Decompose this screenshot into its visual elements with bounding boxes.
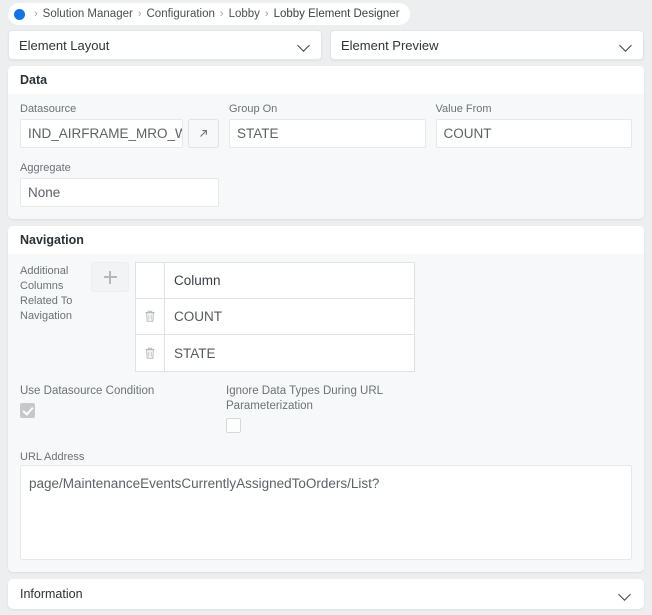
trash-icon (145, 310, 155, 322)
url-address-label: URL Address (20, 451, 85, 463)
table-row[interactable]: COUNT (136, 299, 414, 335)
data-card-title: Data (20, 73, 48, 87)
element-preview-select[interactable]: Element Preview (330, 30, 644, 60)
aggregate-input[interactable]: None (20, 178, 219, 207)
table-cell-column: STATE (174, 345, 216, 361)
delete-row-button[interactable] (136, 299, 165, 334)
element-preview-select-label: Element Preview (341, 37, 439, 53)
ignore-data-types-label: Ignore Data Types During URL Parameteriz… (226, 385, 383, 412)
breadcrumb-item-lobby-element-designer[interactable]: Lobby Element Designer (274, 8, 400, 20)
table-cell-column: COUNT (174, 309, 222, 324)
additional-columns-label: Additional Columns Related To Navigation (20, 265, 73, 322)
additional-columns-block: Additional Columns Related To Navigation… (20, 262, 632, 372)
data-fields-row: Datasource IND_AIRFRAME_MRO_W Group On S… (20, 102, 632, 148)
breadcrumb: › Solution Manager › Configuration › Lob… (8, 3, 410, 25)
table-header-icon-cell (136, 263, 165, 298)
field-spacer (219, 102, 229, 148)
chevron-down-icon (620, 41, 633, 49)
field-spacer (426, 102, 436, 148)
use-datasource-condition-field: Use Datasource Condition (20, 384, 226, 433)
additional-columns-table: Column COUNT STATE (135, 262, 415, 372)
information-card-title: Information (20, 587, 83, 601)
navigation-card-header: Navigation (8, 226, 644, 254)
aggregate-row: Aggregate None (20, 161, 632, 207)
navigation-card-title: Navigation (20, 233, 84, 247)
ignore-data-types-checkbox[interactable] (226, 418, 241, 433)
navigation-card-body: Additional Columns Related To Navigation… (8, 254, 644, 572)
use-datasource-condition-label: Use Datasource Condition (20, 385, 155, 397)
url-address-field: URL Address page/MaintenanceEventsCurren… (20, 447, 632, 560)
data-card: Data Datasource IND_AIRFRAME_MRO_W Group… (8, 66, 644, 219)
datasource-field: Datasource IND_AIRFRAME_MRO_W (20, 102, 219, 148)
open-external-icon (200, 130, 207, 137)
table-header-row: Column (136, 263, 414, 299)
breadcrumb-separator: › (137, 7, 142, 20)
data-card-body: Datasource IND_AIRFRAME_MRO_W Group On S… (8, 94, 644, 219)
breadcrumb-separator: › (34, 7, 38, 20)
breadcrumb-separator: › (219, 7, 224, 20)
value-from-input[interactable]: COUNT (435, 119, 632, 148)
value-from-field: Value From COUNT (435, 102, 632, 148)
value-from-label: Value From (435, 103, 492, 115)
delete-row-button[interactable] (136, 335, 165, 371)
data-card-header: Data (8, 66, 644, 94)
element-layout-select-label: Element Layout (19, 37, 110, 53)
trash-icon (145, 347, 155, 359)
datasource-input[interactable]: IND_AIRFRAME_MRO_W (20, 119, 183, 148)
use-datasource-condition-checkbox[interactable] (20, 403, 35, 418)
element-layout-select[interactable]: Element Layout (8, 30, 322, 60)
breadcrumb-separator: › (264, 7, 269, 20)
chevron-down-icon[interactable] (619, 590, 632, 598)
datasource-input-group: IND_AIRFRAME_MRO_W (20, 119, 219, 148)
ignore-data-types-field: Ignore Data Types During URL Parameteriz… (226, 384, 456, 433)
navigation-card: Navigation Additional Columns Related To… (8, 226, 644, 572)
chevron-down-icon (298, 41, 311, 49)
datasource-label: Datasource (20, 103, 77, 115)
plus-icon (103, 270, 117, 284)
group-on-label: Group On (229, 103, 278, 115)
aggregate-field: Aggregate None (20, 161, 219, 207)
checkbox-row: Use Datasource Condition Ignore Data Typ… (20, 384, 632, 433)
table-row[interactable]: STATE (136, 335, 414, 371)
group-on-field: Group On STATE (229, 102, 426, 148)
information-card[interactable]: Information (8, 579, 644, 609)
group-on-input[interactable]: STATE (229, 119, 426, 148)
datasource-open-button[interactable] (188, 119, 219, 148)
table-header-column: Column (174, 273, 221, 288)
breadcrumb-item-configuration[interactable]: Configuration (147, 8, 215, 20)
breadcrumb-bar: › Solution Manager › Configuration › Lob… (0, 0, 652, 28)
breadcrumb-item-lobby[interactable]: Lobby (229, 8, 260, 20)
top-select-row: Element Layout Element Preview (0, 28, 652, 66)
blue-dot-icon[interactable] (14, 8, 25, 20)
add-column-button[interactable] (91, 262, 129, 292)
aggregate-label: Aggregate (20, 162, 71, 174)
url-address-input[interactable]: page/MaintenanceEventsCurrentlyAssignedT… (20, 465, 632, 560)
breadcrumb-item-solution-manager[interactable]: Solution Manager (43, 8, 133, 20)
